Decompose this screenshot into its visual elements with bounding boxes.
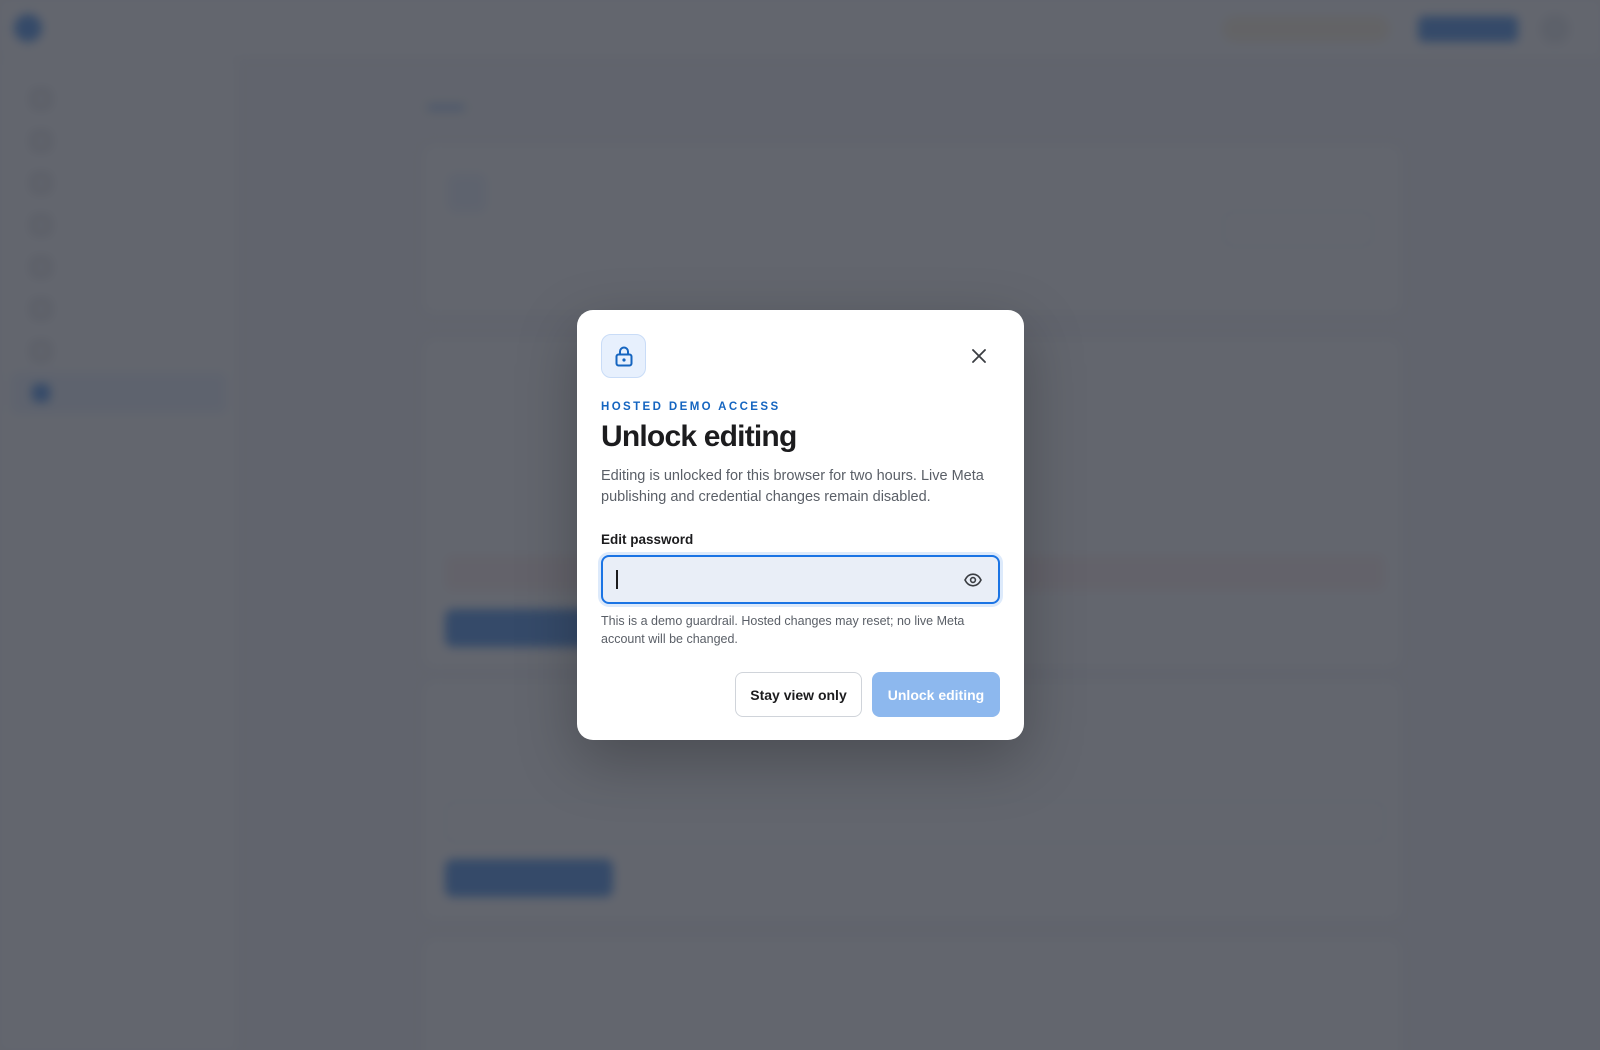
dialog-description: Editing is unlocked for this browser for… xyxy=(601,468,984,505)
unlock-editing-button[interactable]: Unlock editing xyxy=(872,672,1000,717)
unlock-editing-dialog: HOSTED DEMO ACCESS Unlock editing Editin… xyxy=(577,310,1024,740)
close-icon[interactable] xyxy=(967,344,991,368)
text-caret xyxy=(616,570,618,589)
dialog-title: Unlock editing xyxy=(601,420,797,453)
stay-view-only-button[interactable]: Stay view only xyxy=(735,672,862,717)
eye-icon[interactable] xyxy=(961,568,985,592)
password-field[interactable] xyxy=(601,555,1000,604)
password-label: Edit password xyxy=(601,532,694,547)
dialog-eyebrow: HOSTED DEMO ACCESS xyxy=(601,401,781,413)
helper-text: This is a demo guardrail. Hosted changes… xyxy=(601,614,965,646)
password-input[interactable] xyxy=(603,557,943,602)
lock-icon xyxy=(601,334,646,378)
